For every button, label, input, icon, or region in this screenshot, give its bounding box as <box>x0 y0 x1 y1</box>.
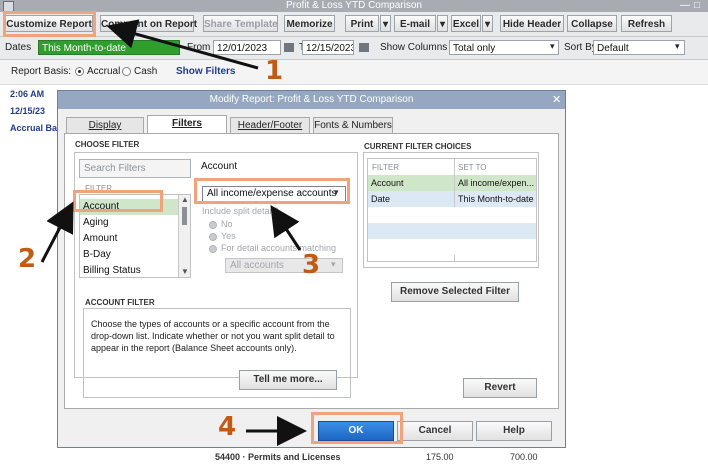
annotation-arrows <box>40 19 307 446</box>
arrow-step-1 <box>106 19 259 70</box>
arrow-step-3 <box>270 204 302 251</box>
arrow-step-2 <box>40 201 74 263</box>
